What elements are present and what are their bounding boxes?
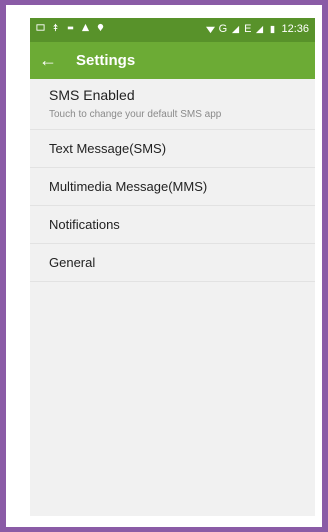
signal-icon: [232, 25, 240, 33]
settings-item-title: SMS Enabled: [49, 87, 135, 103]
settings-item-title: Multimedia Message(MMS): [49, 179, 208, 194]
settings-item-general[interactable]: General: [30, 244, 315, 282]
settings-item-multimedia-message[interactable]: Multimedia Message(MMS): [30, 168, 315, 206]
usb-icon: [53, 23, 58, 32]
clock: 12:36: [281, 23, 309, 35]
settings-item-title: Notifications: [49, 217, 120, 232]
wifi-icon: [205, 26, 215, 33]
settings-item-sms-enabled[interactable]: SMS Enabled Touch to change your default…: [30, 79, 315, 130]
battery-icon: [271, 25, 275, 33]
network-type-label: G: [218, 23, 228, 35]
network-type-label-2: E: [244, 23, 252, 35]
settings-list: SMS Enabled Touch to change your default…: [30, 79, 315, 282]
app-toolbar: ← Settings: [30, 42, 315, 79]
page-title: Settings: [76, 52, 136, 69]
location-icon: [97, 23, 104, 32]
warning-icon: [81, 23, 90, 32]
signal-icon-2: [256, 25, 264, 33]
settings-item-text-message[interactable]: Text Message(SMS): [30, 130, 315, 168]
settings-item-subtitle: Touch to change your default SMS app: [49, 109, 222, 120]
settings-item-title: Text Message(SMS): [49, 141, 167, 156]
status-bar: G E 12:36: [30, 18, 315, 42]
status-icons-left: [36, 23, 105, 32]
battery-saver-icon: [67, 26, 74, 30]
image-notification-icon: [36, 24, 45, 31]
settings-item-title: General: [49, 255, 96, 270]
status-icons-right: G E 12:36: [205, 23, 309, 35]
phone-screen: G E 12:36 ← Settings SMS Enabled Touch t…: [30, 18, 315, 516]
settings-item-notifications[interactable]: Notifications: [30, 206, 315, 244]
back-arrow-icon[interactable]: ←: [39, 51, 57, 69]
